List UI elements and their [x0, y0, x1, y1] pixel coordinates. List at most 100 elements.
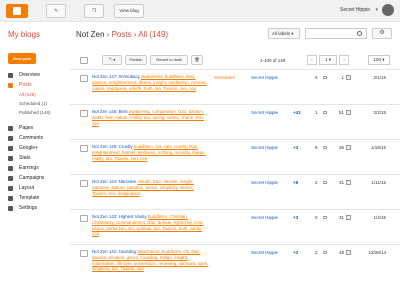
sidebar-item-earnings[interactable]: Earnings: [0, 163, 70, 173]
post-title-cell: Not Zen 143: Highest Vanity buddhism, Ch…: [92, 214, 210, 242]
comment-bubble-icon: [323, 216, 327, 219]
post-date: 12/28/14: [368, 250, 386, 255]
revert-to-draft-button[interactable]: Revert to draft: [150, 55, 188, 65]
labels-dropdown[interactable]: All labels ▾: [268, 28, 300, 39]
stats-bar-icon[interactable]: [346, 145, 351, 150]
post-date: 1/18/15: [370, 145, 386, 150]
post-author[interactable]: Secret Hippie: [251, 75, 278, 80]
table-row[interactable]: Not Zen 147: Immediacy awareness, buddhi…: [70, 69, 400, 103]
post-title-link[interactable]: Not Zen 145: Cruelty: [92, 144, 133, 149]
post-title-cell: Not Zen 145: Cruelty buddhism, cat, cats…: [92, 144, 210, 172]
row-checkbox[interactable]: [80, 145, 88, 152]
sidebar-item-pages[interactable]: Pages: [0, 123, 70, 133]
post-title-cell: Not Zen 147: Immediacy awareness, buddhi…: [92, 74, 210, 102]
table-row[interactable]: Not Zen 146: Bent awakening, compassion,…: [70, 104, 400, 138]
post-title-link[interactable]: Not Zen 147: Immediacy: [92, 74, 140, 79]
breadcrumb-posts[interactable]: Posts: [112, 30, 132, 39]
view-count: 31: [338, 215, 344, 220]
stats-bar-icon[interactable]: [346, 110, 351, 115]
comment-count[interactable]: 2: [315, 250, 318, 255]
comment-count[interactable]: 1: [315, 110, 318, 115]
layout-icon: [8, 186, 13, 191]
comment-count[interactable]: 0: [315, 75, 318, 80]
row-checkbox[interactable]: [80, 75, 88, 82]
comment-count[interactable]: 5: [315, 145, 318, 150]
per-page-select[interactable]: 100 ▾: [368, 55, 390, 65]
post-author[interactable]: Secret Hippie: [251, 215, 278, 220]
trash-icon[interactable]: 🗑: [191, 55, 203, 65]
campaigns-icon: [8, 176, 13, 181]
posts-toolbar: 🏷▾ Publish Revert to draft 🗑 1-100 of 14…: [70, 52, 400, 68]
post-title-link[interactable]: Not Zen 144: Narrative: [92, 179, 136, 184]
googleplus-count[interactable]: +3: [293, 145, 298, 150]
stats-bar-icon[interactable]: [346, 250, 351, 255]
sidebar-item-template[interactable]: Template: [0, 193, 70, 203]
sidebar-item-comments[interactable]: Comments: [0, 133, 70, 143]
googleplus-count[interactable]: +43: [293, 110, 301, 115]
post-title-link[interactable]: Not Zen 143: Highest Vanity: [92, 214, 147, 219]
breadcrumb-blog[interactable]: Not Zen: [76, 30, 104, 39]
overview-icon: [8, 73, 13, 78]
row-checkbox[interactable]: [80, 110, 88, 117]
search-icon[interactable]: [357, 31, 362, 36]
view-count: 1: [341, 75, 344, 80]
comment-bubble-icon: [323, 76, 327, 79]
post-author[interactable]: Secret Hippie: [251, 250, 278, 255]
select-all-checkbox[interactable]: [80, 57, 88, 64]
prev-page-button[interactable]: ‹: [307, 55, 317, 65]
stats-bar-icon[interactable]: [346, 215, 351, 220]
googleplus-count[interactable]: +8: [293, 180, 298, 185]
post-author[interactable]: Secret Hippie: [251, 110, 278, 115]
stats-bar-icon[interactable]: [346, 180, 351, 185]
post-author[interactable]: Secret Hippie: [251, 180, 278, 185]
my-blogs-title[interactable]: My blogs: [8, 30, 40, 39]
table-row[interactable]: Not Zen 143: Highest Vanity buddhism, Ch…: [70, 209, 400, 243]
googleplus-icon: [8, 146, 13, 151]
sidebar-sub-scheduled[interactable]: Scheduled (1): [0, 99, 70, 108]
next-page-button[interactable]: ›: [339, 55, 349, 65]
comment-count[interactable]: 2: [315, 180, 318, 185]
table-row[interactable]: Not Zen 144: Narrative clouds, Dao, daoi…: [70, 174, 400, 208]
user-name[interactable]: Secret Hippie: [340, 7, 370, 13]
post-title-link[interactable]: Not Zen 142: Hoarding: [92, 249, 136, 254]
chevron-down-icon[interactable]: ▾: [375, 7, 378, 13]
edit-icon[interactable]: ✎: [46, 4, 66, 18]
sidebar-item-settings[interactable]: Settings: [0, 203, 70, 213]
googleplus-count[interactable]: +3: [293, 250, 298, 255]
view-count: 26: [338, 145, 344, 150]
row-checkbox[interactable]: [80, 180, 88, 187]
view-blog-button[interactable]: View blog: [114, 4, 144, 18]
publish-button[interactable]: Publish: [125, 55, 147, 65]
sidebar-sub-all[interactable]: All (149): [0, 90, 70, 99]
stats-bar-icon[interactable]: [346, 75, 351, 80]
sidebar-item-campaigns[interactable]: Campaigns: [0, 173, 70, 183]
comments-icon: [8, 136, 13, 141]
post-title-cell: Not Zen 142: Hoarding attachment, buddhi…: [92, 249, 210, 277]
row-checkbox[interactable]: [80, 215, 88, 222]
blogger-logo-icon[interactable]: [6, 4, 28, 18]
page-select[interactable]: 1 ▾: [319, 55, 337, 65]
sidebar-item-overview[interactable]: Overview: [0, 70, 70, 80]
sidebar-item-googleplus[interactable]: Google+: [0, 143, 70, 153]
comment-bubble-icon: [323, 181, 327, 184]
row-checkbox[interactable]: [80, 250, 88, 257]
account-avatar-icon[interactable]: [382, 4, 394, 16]
view-count: 48: [338, 250, 344, 255]
sidebar-sub-published[interactable]: Published (148): [0, 108, 70, 117]
comment-count[interactable]: 0: [315, 215, 318, 220]
post-title-link[interactable]: Not Zen 146: Bent: [92, 109, 128, 114]
table-row[interactable]: Not Zen 142: Hoarding attachment, buddhi…: [70, 244, 400, 278]
new-post-button[interactable]: New post: [8, 53, 36, 64]
googleplus-count[interactable]: +3: [293, 215, 298, 220]
label-tag-button[interactable]: 🏷▾: [102, 55, 122, 65]
table-row[interactable]: Not Zen 145: Cruelty buddhism, cat, cats…: [70, 139, 400, 173]
post-title-cell: Not Zen 144: Narrative clouds, Dao, daoi…: [92, 179, 210, 207]
sidebar: My blogs New post Overview Posts All (14…: [0, 22, 70, 288]
post-author[interactable]: Secret Hippie: [251, 145, 278, 150]
sidebar-item-posts[interactable]: Posts: [0, 80, 70, 90]
sidebar-item-layout[interactable]: Layout: [0, 183, 70, 193]
comment-bubble-icon: [323, 111, 327, 114]
sidebar-item-stats[interactable]: Stats: [0, 153, 70, 163]
gear-icon[interactable]: ⚙: [372, 28, 392, 39]
copy-icon[interactable]: ❐: [84, 4, 104, 18]
